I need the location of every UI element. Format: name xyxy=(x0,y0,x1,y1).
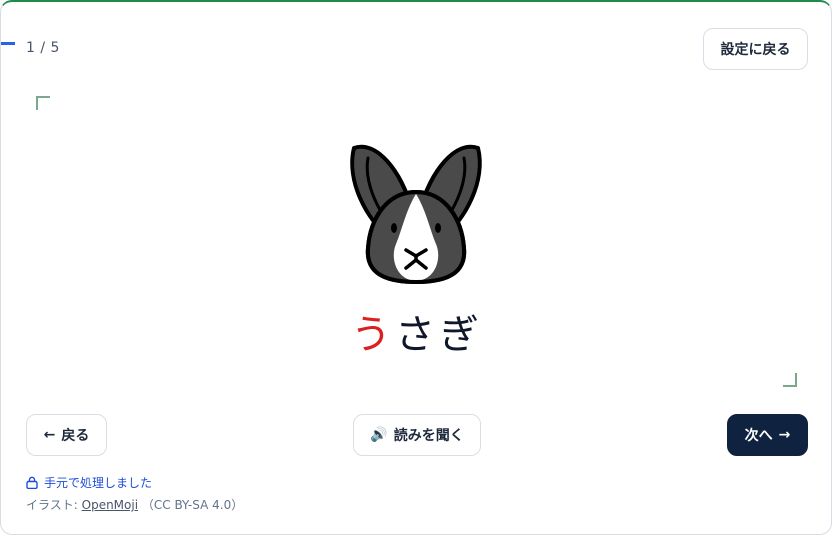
arrow-right-icon: → xyxy=(778,427,791,443)
word-highlight-char: う xyxy=(351,312,395,358)
rabbit-face-icon xyxy=(350,144,482,285)
next-button-label: 次へ xyxy=(744,428,773,444)
flashcard-panel: 1 / 5 設定に戻る うさぎ ← 戻る 🔊 読みを聞く 次へ → 手元で処理し… xyxy=(0,0,832,535)
frame-corner-bottom-right xyxy=(783,373,797,387)
credit-prefix: イラスト: xyxy=(26,498,82,512)
local-processing-note: 手元で処理しました xyxy=(26,474,152,491)
back-button[interactable]: ← 戻る xyxy=(26,414,107,456)
speaker-icon: 🔊 xyxy=(370,427,388,443)
back-to-settings-button[interactable]: 設定に戻る xyxy=(703,28,808,70)
back-button-label: 戻る xyxy=(61,428,90,444)
illustration-credit: イラスト: OpenMoji （CC BY-SA 4.0） xyxy=(26,496,243,513)
frame-corner-top-left xyxy=(36,96,50,110)
next-button[interactable]: 次へ → xyxy=(727,414,808,456)
word-rest: さぎ xyxy=(395,312,483,358)
listen-button-label: 読みを聞く xyxy=(393,428,464,444)
settings-button-label: 設定に戻る xyxy=(720,42,791,58)
lock-icon xyxy=(26,476,38,489)
listen-button[interactable]: 🔊 読みを聞く xyxy=(353,414,481,456)
progress-bar xyxy=(1,42,15,45)
credit-license: （CC BY-SA 4.0） xyxy=(141,498,244,512)
card-counter: 1 / 5 xyxy=(26,40,60,56)
arrow-left-icon: ← xyxy=(43,427,56,443)
local-note-text: 手元で処理しました xyxy=(44,476,153,490)
flashcard-word: うさぎ xyxy=(1,302,831,360)
openmoji-link[interactable]: OpenMoji xyxy=(82,498,138,512)
